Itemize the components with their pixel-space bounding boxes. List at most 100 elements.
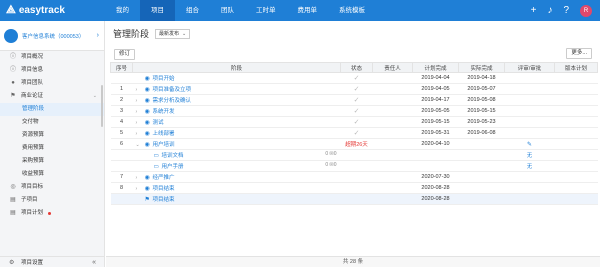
stage-name[interactable]: 项目结束 (153, 186, 175, 192)
stage-name[interactable]: 用户手册 (162, 164, 184, 170)
expand-icon[interactable]: › (136, 87, 145, 93)
sidebar-sub-cost-budget[interactable]: 费用预算 (0, 142, 104, 155)
sidebar-item-info[interactable]: ⓘ 项目信息 (0, 64, 104, 77)
nav-my[interactable]: 我的 (105, 0, 140, 21)
more-button[interactable]: 更多... (566, 48, 592, 59)
nav-team[interactable]: 团队 (210, 0, 245, 21)
expand-icon[interactable]: › (136, 98, 145, 104)
nav-expense[interactable]: 费用单 (287, 0, 329, 21)
stage-name-cell[interactable]: › ◉ 上线部署 (132, 127, 341, 139)
actual-date-cell: 2019-06-08 (458, 127, 505, 139)
table-row[interactable]: ▭ 培训文档 0 ✉0 无 (110, 149, 598, 161)
expand-icon[interactable]: › (136, 175, 145, 181)
sidebar-item-goals[interactable]: ◎ 项目目标 (0, 181, 104, 194)
sidebar-sub-stages[interactable]: 管理阶段 (0, 103, 104, 116)
stage-name[interactable]: 项目开始 (153, 76, 175, 82)
table-row[interactable]: 5 › ◉ 上线部署 ✓ 2019-05-31 2019-06-08 (110, 127, 598, 139)
col-header[interactable]: 计划完成 (412, 62, 459, 73)
version-select[interactable]: 最新发布 ⌄ (155, 28, 191, 39)
sidebar-item-business-case[interactable]: ⚑ 商业论证 ⌄ (0, 90, 104, 103)
sidebar-sub-resource-budget[interactable]: 资源预算 (0, 129, 104, 142)
sidebar-sub-deliverables[interactable]: 交付物 (0, 116, 104, 129)
stage-name-cell[interactable]: › ◉ 项目结束 (132, 182, 341, 194)
stage-name-cell[interactable]: ▭ 培训文档 0 ✉0 (132, 149, 341, 161)
attachment-count[interactable]: 0 ✉0 (325, 162, 336, 168)
attachment-count[interactable]: 0 ✉0 (325, 151, 336, 157)
app-logo[interactable]: ⟁ easytrack (0, 4, 105, 17)
add-icon[interactable]: + (531, 5, 537, 16)
col-header[interactable]: 版本计划 (554, 62, 598, 73)
bell-icon[interactable]: ♪ (547, 5, 552, 16)
col-header[interactable]: 序号 (110, 62, 133, 73)
expand-icon[interactable]: › (136, 131, 145, 137)
sidebar-item-overview[interactable]: ⓘ 项目概况 (0, 51, 104, 64)
stage-name[interactable]: 项目结束 (153, 197, 175, 203)
edit-icon[interactable]: ✎ (504, 138, 555, 150)
table-row[interactable]: 3 › ◉ 系统开发 ✓ 2019-05-05 2019-05-15 (110, 105, 598, 117)
nav-portfolio[interactable]: 组合 (175, 0, 210, 21)
revise-button[interactable]: 修订 (114, 48, 136, 60)
actual-date-cell (458, 149, 505, 161)
col-header[interactable]: 责任人 (372, 62, 413, 73)
sidebar-item-plan[interactable]: ▤ 项目计划 (0, 207, 104, 220)
planned-date-cell: 2019-04-04 (412, 72, 459, 84)
owner-cell (372, 160, 413, 172)
expand-icon[interactable]: ⌄ (136, 142, 145, 148)
table-row[interactable]: 2 › ◉ 需求分析及确认 ✓ 2019-04-17 2019-05-08 (110, 94, 598, 106)
stage-name-cell[interactable]: › ◉ 需求分析及确认 (132, 94, 341, 106)
table-row[interactable]: 4 › ◉ 测试 ✓ 2019-05-15 2019-05-23 (110, 116, 598, 128)
table-row[interactable]: 8 › ◉ 项目结束 2020-08-28 (110, 182, 598, 194)
sidebar-sub-benefit-budget[interactable]: 收益预算 (0, 168, 104, 181)
review-cell[interactable]: 无 (504, 149, 555, 161)
stage-name[interactable]: 用户培训 (153, 142, 175, 148)
nav-project[interactable]: 项目 (140, 0, 175, 21)
table-row[interactable]: ▭ 用户手册 0 ✉0 无 (110, 160, 598, 172)
milestone-icon: ◉ (144, 186, 150, 192)
sidebar-sub-purchase-budget[interactable]: 采购预算 (0, 155, 104, 168)
stage-name[interactable]: 上线部署 (153, 131, 175, 137)
status-cell (340, 182, 373, 194)
table-row[interactable]: 6 ⌄ ◉ 用户培训 超期26天 2020-04-10 ✎ (110, 138, 598, 150)
expand-icon[interactable]: › (136, 186, 145, 192)
stage-name-cell[interactable]: › ◉ 系统开发 (132, 105, 341, 117)
sidebar-item-team[interactable]: ● 项目团队 (0, 77, 104, 90)
stage-name[interactable]: 培训文档 (162, 153, 184, 159)
project-selector[interactable]: 客户信息系统（000053） › (0, 21, 104, 51)
expand-icon[interactable]: › (136, 109, 145, 115)
stage-name[interactable]: 系统开发 (153, 109, 175, 115)
expand-icon[interactable]: › (136, 120, 145, 126)
stage-name[interactable]: 需求分析及确认 (153, 98, 192, 104)
col-header[interactable]: 阶段 (132, 62, 341, 73)
planned-date-cell: 2020-08-28 (412, 182, 459, 194)
stage-name-cell[interactable]: › ◉ 经严推广 (132, 171, 341, 183)
col-header[interactable]: 评审/审批 (504, 62, 555, 73)
collapse-icon[interactable]: « (92, 259, 96, 266)
stage-name-cell[interactable]: ⚑ 项目结束 (132, 193, 341, 205)
sidebar-scrollbar[interactable] (101, 85, 103, 127)
sidebar-settings[interactable]: ⚙ 项目设置 « (0, 256, 104, 267)
table-row[interactable]: ⚑ 项目结束 2020-08-28 (110, 193, 598, 205)
sidebar-item-subprojects[interactable]: ▤ 子项目 (0, 194, 104, 207)
stage-name-cell[interactable]: › ◉ 项目准备及立项 (132, 83, 341, 95)
stage-name[interactable]: 测试 (153, 120, 164, 126)
nav-templates[interactable]: 系统模板 (328, 0, 376, 21)
stage-name[interactable]: 项目准备及立项 (153, 87, 192, 93)
col-header[interactable]: 状态 (340, 62, 373, 73)
review-cell (504, 94, 555, 106)
stage-name[interactable]: 经严推广 (153, 175, 175, 181)
stage-name-cell[interactable]: › ◉ 测试 (132, 116, 341, 128)
review-cell[interactable]: 无 (504, 160, 555, 172)
stage-name-cell[interactable]: ◉ 项目开始 (132, 72, 341, 84)
table-row[interactable]: 1 › ◉ 项目准备及立项 ✓ 2019-04-05 2019-05-07 (110, 83, 598, 95)
milestone-icon: ◉ (144, 142, 150, 148)
table-row[interactable]: ◉ 项目开始 ✓ 2019-04-04 2019-04-18 (110, 72, 598, 84)
review-cell (504, 193, 555, 205)
avatar[interactable]: R (580, 4, 592, 17)
owner-cell (372, 83, 413, 95)
stage-name-cell[interactable]: ⌄ ◉ 用户培训 (132, 138, 341, 150)
nav-timesheet[interactable]: 工时单 (245, 0, 287, 21)
stage-name-cell[interactable]: ▭ 用户手册 0 ✉0 (132, 160, 341, 172)
table-row[interactable]: 7 › ◉ 经严推广 2020-07-30 (110, 171, 598, 183)
help-icon[interactable]: ? (563, 5, 569, 16)
col-header[interactable]: 实际完成 (458, 62, 505, 73)
